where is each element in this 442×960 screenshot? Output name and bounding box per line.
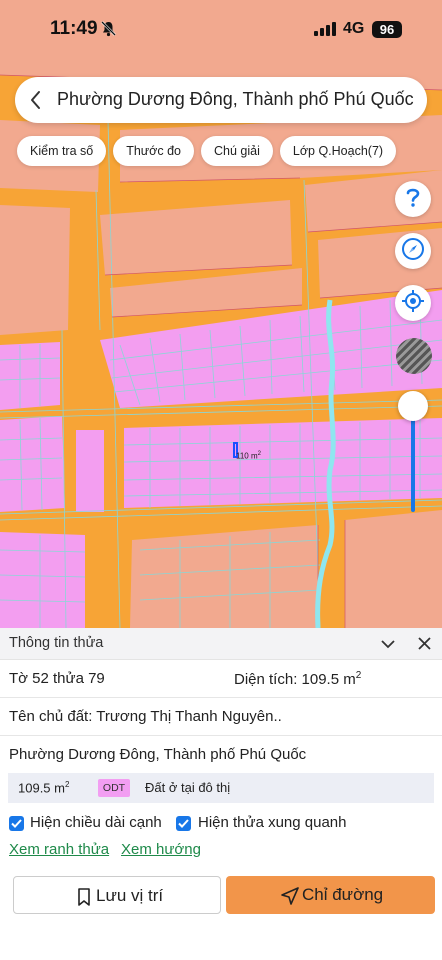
checkmark-icon (178, 819, 189, 828)
parcel-info-panel: Thông tin thửa Tờ 52 thửa 79 Diện tích: … (0, 628, 442, 960)
compass-button[interactable] (395, 233, 431, 269)
directions-button[interactable]: Chỉ đường (226, 876, 435, 914)
land-use-code-badge: ODT (98, 779, 130, 797)
view-boundary-link[interactable]: Xem ranh thửa (9, 841, 109, 858)
send-arrow-icon (281, 887, 299, 905)
cellular-signal-icon (314, 22, 338, 41)
show-edge-length-checkbox[interactable] (9, 816, 24, 831)
land-use-description: Đất ở tại đô thị (145, 780, 231, 795)
status-bar: 11:49 4G 96 (0, 0, 442, 60)
sheet-parcel-number: Tờ 52 thửa 79 (9, 670, 105, 687)
view-direction-link[interactable]: Xem hướng (121, 841, 201, 858)
show-neighbor-parcels-label[interactable]: Hiện thửa xung quanh (198, 814, 346, 831)
land-use-area: 109.5 m2 (18, 780, 70, 796)
battery-indicator: 96 (372, 21, 402, 38)
land-use-row: 109.5 m2 ODT Đất ở tại đô thị (8, 773, 434, 803)
bookmark-icon (78, 888, 90, 906)
chevron-down-icon[interactable] (380, 637, 396, 655)
help-button[interactable] (395, 181, 431, 217)
parcel-area-label: 110 m2 (236, 451, 261, 461)
parcel-id-row: Tờ 52 thửa 79 Diện tích: 109.5 m2 (0, 660, 442, 698)
parcel-area: Diện tích: 109.5 m2 (234, 670, 362, 688)
map-tools-chips: Kiểm tra số Thước đo Chú giải Lớp Q.Hoạc… (17, 136, 397, 166)
question-mark-icon (403, 186, 423, 213)
checkmark-icon (11, 819, 22, 828)
back-arrow-icon[interactable] (29, 90, 43, 115)
parcel-address: Phường Dương Đông, Thành phố Phú Quốc (9, 746, 307, 763)
chip-measure[interactable]: Thước đo (113, 136, 194, 166)
directions-label: Chỉ đường (302, 885, 384, 904)
location-title: Phường Dương Đông, Thành phố Phú Quốc (57, 89, 414, 109)
panel-title: Thông tin thửa (9, 635, 104, 651)
location-search-bar[interactable]: Phường Dương Đông, Thành phố Phú Quốc (15, 77, 427, 123)
owner-name: Tên chủ đất: Trương Thị Thanh Nguyên.. (9, 708, 282, 725)
opacity-slider-track[interactable] (411, 412, 415, 512)
network-type: 4G (343, 20, 365, 37)
chip-legend[interactable]: Chú giải (201, 136, 273, 166)
panel-header: Thông tin thửa (0, 628, 442, 660)
show-edge-length-label[interactable]: Hiện chiều dài cạnh (30, 814, 162, 831)
compass-icon (401, 237, 425, 266)
chip-check-number[interactable]: Kiểm tra số (17, 136, 107, 166)
save-location-label: Lưu vị trí (96, 886, 164, 905)
bell-muted-icon (100, 20, 117, 42)
close-icon[interactable] (418, 637, 431, 655)
opacity-slider-thumb[interactable] (398, 391, 428, 421)
owner-row: Tên chủ đất: Trương Thị Thanh Nguyên.. (0, 698, 442, 736)
my-location-button[interactable] (395, 285, 431, 321)
crosshair-location-icon (401, 289, 425, 318)
base-layer-toggle[interactable] (396, 338, 432, 374)
show-neighbor-parcels-checkbox[interactable] (176, 816, 191, 831)
save-location-button[interactable]: Lưu vị trí (13, 876, 221, 914)
status-time: 11:49 (50, 18, 98, 39)
chip-planning-layers[interactable]: Lớp Q.Hoạch(7) (279, 136, 397, 166)
